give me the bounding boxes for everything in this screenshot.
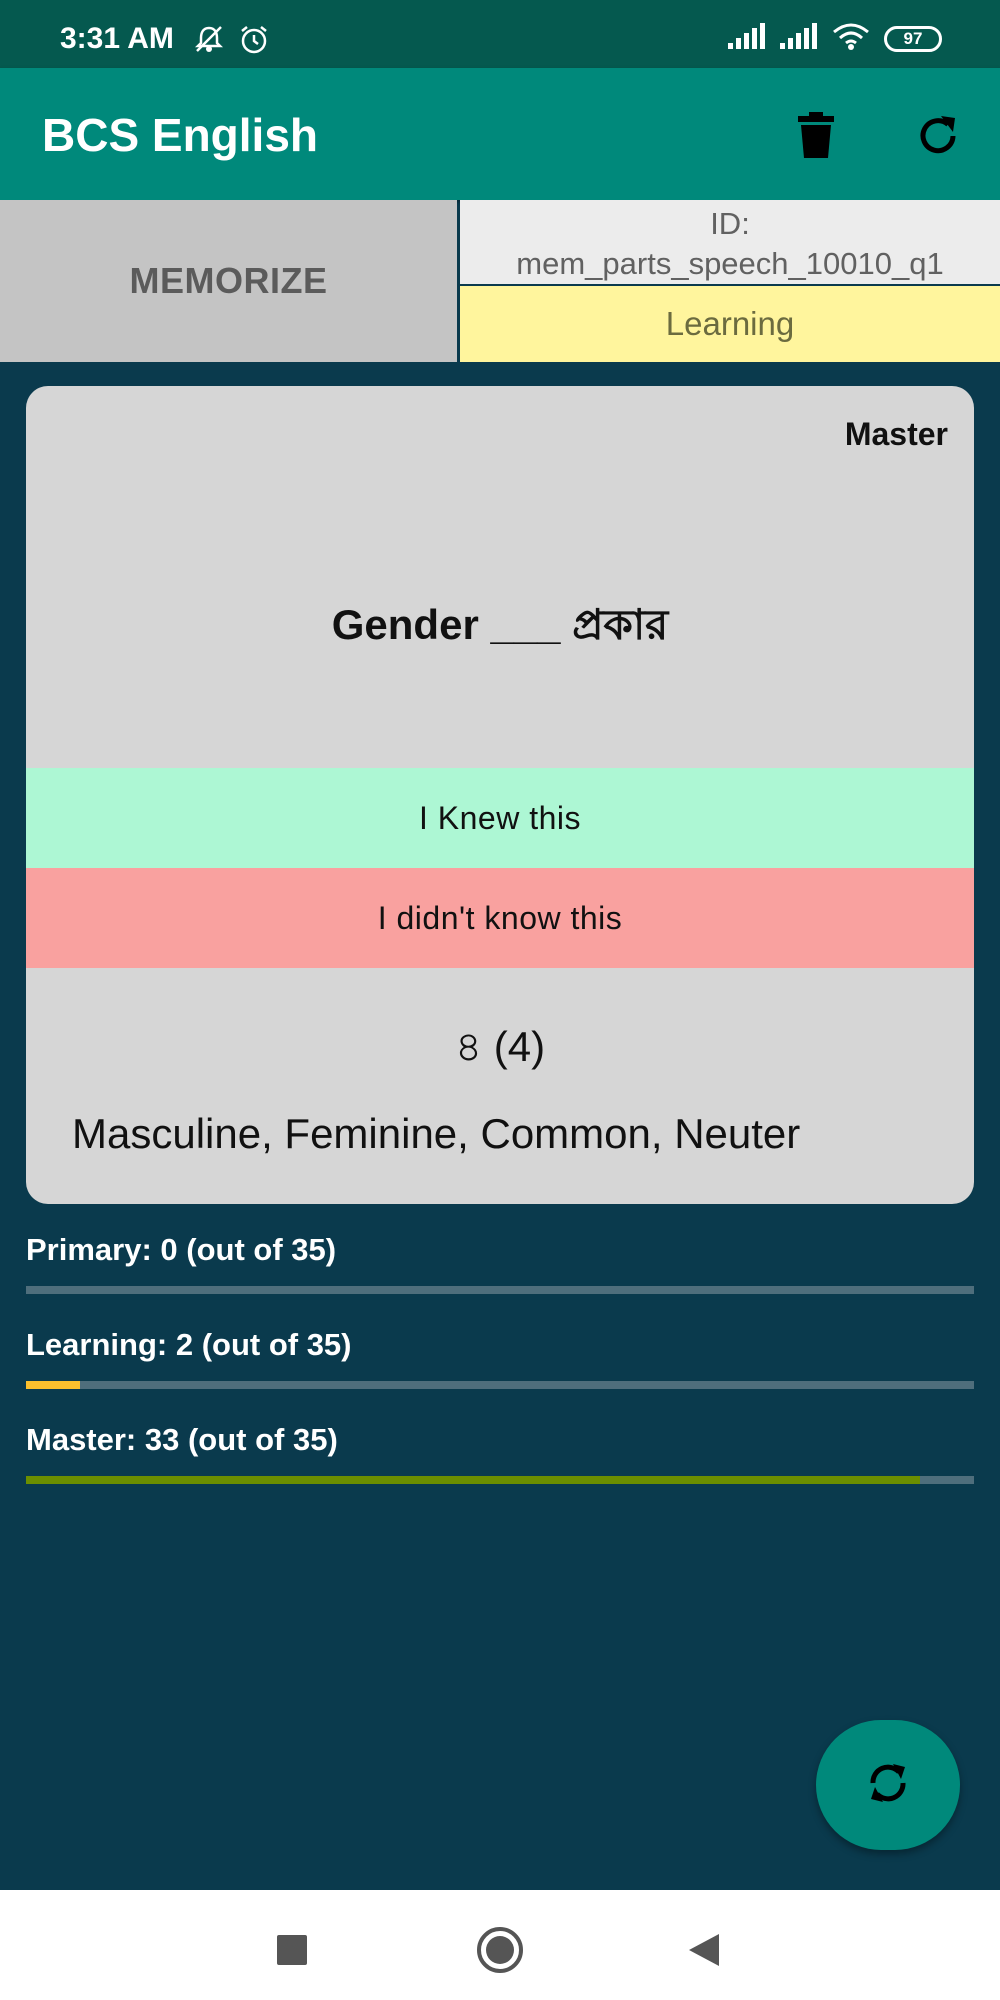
recents-icon[interactable] — [262, 1920, 322, 1980]
back-icon[interactable] — [674, 1920, 734, 1980]
progress-learning: Learning: 2 (out of 35) — [26, 1327, 974, 1389]
progress-label: Master: 33 (out of 35) — [26, 1422, 338, 1457]
wifi-icon — [832, 22, 870, 55]
flash-card: Master Gender ___ প্রকার I Knew this I d… — [26, 386, 974, 1204]
progress-label: Primary: 0 (out of 35) — [26, 1232, 337, 1267]
progress-track — [26, 1286, 974, 1294]
app-title: BCS English — [42, 109, 319, 161]
delete-icon[interactable] — [788, 108, 844, 164]
status-bar: 3:31 AM 97 — [0, 0, 1000, 68]
progress-label: Learning: 2 (out of 35) — [26, 1327, 352, 1362]
progress-fill — [26, 1381, 81, 1389]
id-value: mem_parts_speech_10010_q1 — [516, 246, 944, 281]
status-badge: Learning — [460, 286, 1000, 362]
mode-tab-memorize[interactable]: MEMORIZE — [0, 200, 457, 362]
didnt-know-button[interactable]: I didn't know this — [26, 868, 974, 968]
battery-icon: 97 — [884, 25, 942, 52]
knew-this-button[interactable]: I Knew this — [26, 768, 974, 868]
progress-master: Master: 33 (out of 35) — [26, 1422, 974, 1484]
mute-notification-icon — [192, 24, 226, 61]
signal-icon — [780, 23, 818, 54]
progress-primary: Primary: 0 (out of 35) — [26, 1232, 974, 1294]
system-nav-bar — [0, 1890, 1000, 2000]
alarm-icon — [238, 24, 270, 61]
id-label: ID: — [710, 206, 750, 241]
refresh-icon[interactable] — [910, 108, 966, 164]
app-bar: BCS English — [0, 68, 1000, 200]
status-time: 3:31 AM — [60, 22, 174, 55]
answer-text: Masculine, Feminine, Common, Neuter — [72, 1110, 801, 1157]
progress-track — [26, 1476, 974, 1484]
home-icon[interactable] — [470, 1920, 530, 1980]
progress-track — [26, 1381, 974, 1389]
answer-count: ৪ (4) — [454, 1023, 546, 1070]
info-bar: MEMORIZE ID: mem_parts_speech_10010_q1 L… — [0, 200, 1000, 362]
progress-fill — [26, 1476, 920, 1484]
question-text: Gender ___ প্রকার — [331, 601, 669, 648]
signal-icon — [728, 23, 766, 54]
card-level-label: Master — [844, 416, 948, 452]
sync-icon — [863, 1758, 913, 1813]
question-id: ID: mem_parts_speech_10010_q1 — [460, 200, 1000, 284]
sync-button[interactable] — [816, 1720, 960, 1850]
